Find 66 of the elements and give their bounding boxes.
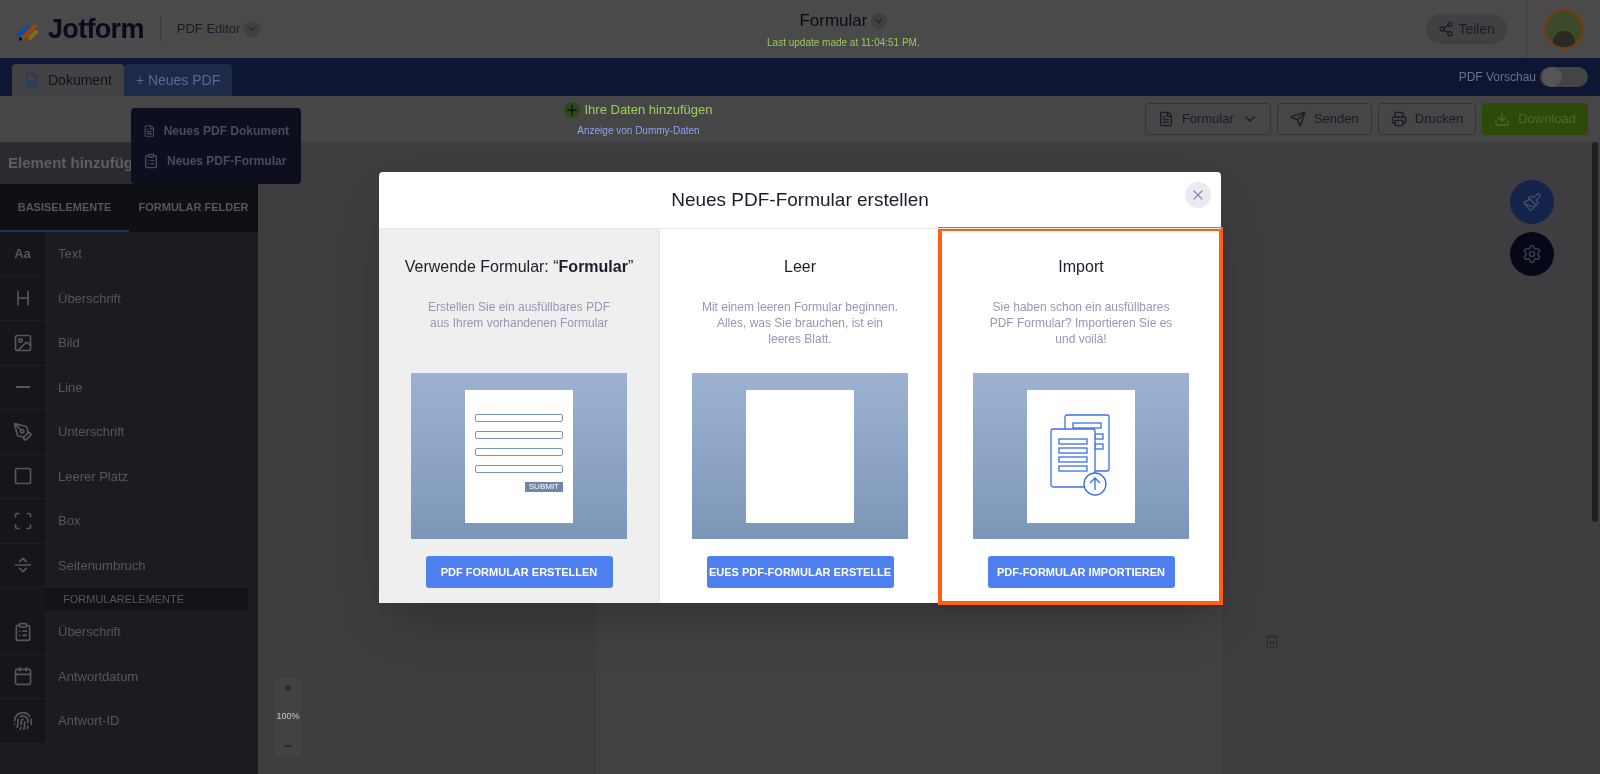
modal-title: Neues PDF-Formular erstellen [671,187,929,212]
import-documents-icon [1049,414,1113,498]
element-item[interactable]: Box [0,499,258,544]
sidebar-tab[interactable]: FORMULAR FELDER [129,184,258,232]
dummy-data-link[interactable]: Anzeige von Dummy-Daten [577,123,700,139]
pen-icon [12,421,33,442]
download-icon [1494,111,1511,127]
option-button[interactable]: EUES PDF-FORMULAR ERSTELLE [706,556,894,588]
zoom-in-button[interactable] [282,682,294,694]
menu-item[interactable]: Neues PDF Dokument [143,122,289,140]
element-item[interactable]: Line [0,365,258,410]
element-item[interactable]: Überschrift [0,610,258,655]
document-tab[interactable]: + Neues PDF [123,64,233,96]
close-button[interactable] [1185,182,1211,208]
submit-label: SUBMIT [524,481,563,492]
fingerprint-icon [12,710,33,731]
menu-item[interactable]: Neues PDF-Formular [143,152,289,170]
element-item[interactable]: Antwortdatum [0,654,258,699]
chevron-down-icon [871,12,888,29]
option-title: Leer [784,257,816,277]
option-card[interactable]: Leer Mit einem leeren Formular beginnen. Alles, was Sie brauchen, ist ein leeres Blatt. EUES PDF-FORMULAR ERSTELLE [659,229,940,603]
chevron-down-icon [244,21,261,37]
image-icon [12,332,33,353]
plus-icon [282,682,294,694]
option-button[interactable]: PDF-FORMULAR IMPORTIEREN [987,556,1175,588]
last-update-text: Last update made at 11:04:51 PM. [767,36,920,51]
pdf-preview-toggle[interactable] [1540,67,1588,87]
option-card[interactable]: Verwende Formular: “Formular” Erstellen Sie ein ausfüllbares PDF aus Ihrem vorhandenen Formular SUBMIT PDF FORMULAR ERSTELLEN [379,229,659,603]
line-icon [15,386,30,389]
logo-text: Jotform [48,12,144,46]
element-item[interactable]: Unterschrift [0,410,258,455]
add-data-button[interactable]: Ihre Daten hinzufügen [564,99,713,120]
plus-icon [564,101,581,118]
printer-icon [1390,111,1407,127]
option-description: Sie haben schon ein ausfüllbares PDF Formular? Importieren Sie es und voilà! [988,299,1174,347]
send-icon [1289,111,1306,127]
option-card[interactable]: Import Sie haben schon ein ausfüllbares PDF Formular? Importieren Sie es und voilà! PDF-FORMULAR IMPORTIEREN [940,229,1221,603]
section-header: FORMULARELEMENTE [45,588,248,610]
element-item[interactable]: Aa Text [0,232,258,277]
form-title-dropdown[interactable]: Formular [799,7,888,34]
text-icon: Aa [14,244,31,264]
element-item[interactable]: Überschrift [0,276,258,321]
document-icon [24,72,40,88]
element-item[interactable]: Leerer Platz [0,454,258,499]
share-icon [1438,21,1455,37]
square-icon [12,466,33,487]
form-icon [143,153,159,169]
option-title: Import [1058,257,1104,277]
option-button[interactable]: PDF FORMULAR ERSTELLEN [425,556,613,588]
element-item[interactable]: Bild [0,321,258,366]
document-icon [1157,111,1174,127]
zoom-level: 100% [276,710,300,724]
paint-roller-button[interactable] [1510,180,1554,224]
settings-button[interactable] [1510,232,1554,276]
document-icon [143,123,156,139]
paint-icon [1522,192,1542,212]
option-title: Verwende Formular: “Formular” [404,257,634,277]
calendar-icon [12,666,33,687]
element-item[interactable]: Seitenumbruch [0,543,258,588]
settings-icon [1522,244,1542,264]
box-icon [12,510,33,531]
option-description: Erstellen Sie ein ausfüllbares PDF aus Ihrem vorhandenen Formular [426,299,612,332]
option-description: Mit einem leeren Formular beginnen. Alles, was Sie brauchen, ist ein leeres Blatt. [700,299,900,347]
avatar[interactable] [1544,9,1584,49]
element-item[interactable]: Antwort-ID [0,699,258,744]
pdf-preview-label: PDF Vorschau [1458,69,1536,86]
